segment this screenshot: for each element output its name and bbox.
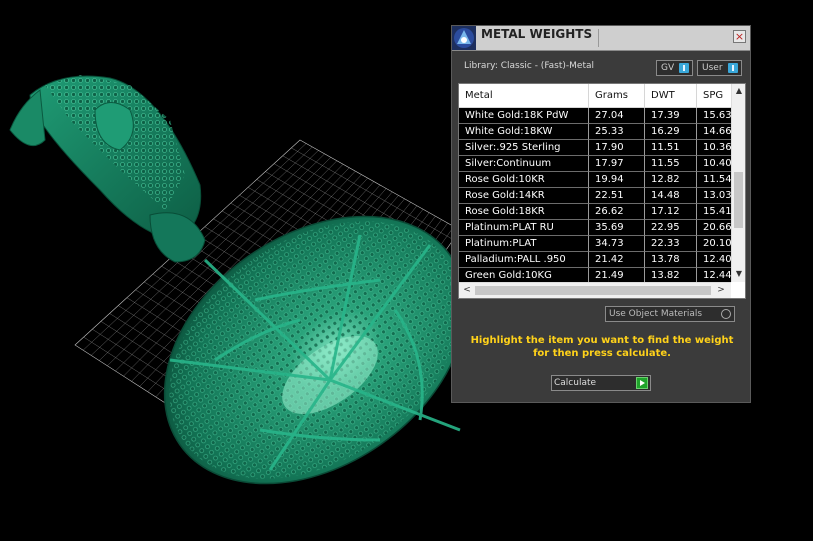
cell-spg: 10.36 — [697, 140, 731, 156]
cell-metal: Silver:Continuum — [459, 156, 589, 172]
cell-dwt: 22.95 — [645, 220, 697, 236]
cell-grams: 19.94 — [589, 172, 645, 188]
scroll-left-arrow-icon[interactable]: < — [461, 284, 473, 296]
radio-icon[interactable] — [721, 309, 731, 319]
play-icon — [636, 377, 648, 389]
info-icon — [728, 63, 738, 73]
cell-spg: 20.66 — [697, 220, 731, 236]
cell-metal: Palladium:PALL .950 — [459, 252, 589, 268]
cell-metal: Platinum:PLAT — [459, 236, 589, 252]
cell-dwt: 16.29 — [645, 124, 697, 140]
user-toggle[interactable]: User — [697, 60, 742, 76]
column-header-metal[interactable]: Metal — [459, 84, 589, 108]
app-logo-icon — [452, 26, 476, 50]
cell-spg: 20.10 — [697, 236, 731, 252]
table-row[interactable]: Silver:.925 Sterling 17.90 11.51 10.36 — [459, 140, 731, 156]
cell-spg: 13.03 — [697, 188, 731, 204]
scroll-up-arrow-icon[interactable]: ▲ — [733, 85, 745, 97]
cell-metal: Silver:.925 Sterling — [459, 140, 589, 156]
cell-grams: 21.42 — [589, 252, 645, 268]
cell-grams: 27.04 — [589, 108, 645, 124]
column-header-dwt[interactable]: DWT — [645, 84, 697, 108]
cell-dwt: 17.39 — [645, 108, 697, 124]
cell-grams: 25.33 — [589, 124, 645, 140]
dialog-title: METAL WEIGHTS — [481, 27, 593, 41]
vertical-scrollbar[interactable]: ▲ ▼ — [731, 84, 745, 282]
column-header-spg[interactable]: SPG — [697, 84, 731, 108]
scroll-right-arrow-icon[interactable]: > — [715, 284, 727, 296]
column-header-grams[interactable]: Grams — [589, 84, 645, 108]
horizontal-scrollbar[interactable]: < > — [459, 282, 731, 298]
cell-dwt: 22.33 — [645, 236, 697, 252]
calculate-label: Calculate — [554, 378, 597, 388]
use-object-materials-label: Use Object Materials — [609, 309, 703, 319]
table-row[interactable]: White Gold:18KW 25.33 16.29 14.66 — [459, 124, 731, 140]
table-row[interactable]: Green Gold:10KG 21.49 13.82 12.44 — [459, 268, 731, 282]
library-label: Library: Classic - (Fast)-Metal — [464, 61, 595, 71]
cell-grams: 22.51 — [589, 188, 645, 204]
cell-grams: 35.69 — [589, 220, 645, 236]
cell-dwt: 13.78 — [645, 252, 697, 268]
cell-grams: 17.90 — [589, 140, 645, 156]
table-row[interactable]: Rose Gold:18KR 26.62 17.12 15.41 — [459, 204, 731, 220]
user-toggle-label: User — [702, 63, 723, 73]
cell-metal: Green Gold:10KG — [459, 268, 589, 282]
cell-spg: 12.44 — [697, 268, 731, 282]
cell-spg: 10.40 — [697, 156, 731, 172]
table-row[interactable]: White Gold:18K PdW 27.04 17.39 15.63 — [459, 108, 731, 124]
cell-grams: 26.62 — [589, 204, 645, 220]
metal-table[interactable]: Metal Grams DWT SPG White Gold:18K PdW 27… — [458, 83, 746, 299]
instruction-text: Highlight the item you want to find the … — [470, 335, 734, 359]
cell-spg: 11.54 — [697, 172, 731, 188]
cell-metal: Rose Gold:14KR — [459, 188, 589, 204]
cell-metal: White Gold:18K PdW — [459, 108, 589, 124]
cell-dwt: 14.48 — [645, 188, 697, 204]
cell-metal: White Gold:18KW — [459, 124, 589, 140]
table-row[interactable]: Silver:Continuum 17.97 11.55 10.40 — [459, 156, 731, 172]
cell-spg: 15.41 — [697, 204, 731, 220]
cell-dwt: 13.82 — [645, 268, 697, 282]
cell-grams: 21.49 — [589, 268, 645, 282]
cell-grams: 34.73 — [589, 236, 645, 252]
gv-toggle-label: GV — [661, 63, 675, 73]
metal-table-grid: Metal Grams DWT SPG White Gold:18K PdW 27… — [459, 84, 731, 282]
gv-toggle[interactable]: GV — [656, 60, 693, 76]
cell-dwt: 17.12 — [645, 204, 697, 220]
table-row[interactable]: Platinum:PLAT 34.73 22.33 20.10 — [459, 236, 731, 252]
metal-weights-dialog: METAL WEIGHTS × Library: Classic - (Fast… — [451, 25, 751, 403]
use-object-materials-option[interactable]: Use Object Materials — [605, 306, 735, 322]
dialog-titlebar[interactable]: METAL WEIGHTS × — [452, 26, 750, 51]
close-button[interactable]: × — [733, 30, 746, 43]
pendant-bail — [9, 75, 206, 263]
cell-spg: 12.40 — [697, 252, 731, 268]
cell-dwt: 11.55 — [645, 156, 697, 172]
cell-metal: Platinum:PLAT RU — [459, 220, 589, 236]
cell-metal: Rose Gold:18KR — [459, 204, 589, 220]
table-row[interactable]: Rose Gold:10KR 19.94 12.82 11.54 — [459, 172, 731, 188]
table-row[interactable]: Palladium:PALL .950 21.42 13.78 12.40 — [459, 252, 731, 268]
title-divider — [598, 29, 599, 47]
horizontal-scroll-thumb[interactable] — [475, 286, 711, 295]
vertical-scroll-thumb[interactable] — [734, 172, 743, 228]
calculate-button[interactable]: Calculate — [551, 375, 651, 391]
table-row[interactable]: Platinum:PLAT RU 35.69 22.95 20.66 — [459, 220, 731, 236]
cell-dwt: 11.51 — [645, 140, 697, 156]
cell-grams: 17.97 — [589, 156, 645, 172]
cell-metal: Rose Gold:10KR — [459, 172, 589, 188]
scroll-down-arrow-icon[interactable]: ▼ — [733, 268, 745, 280]
cell-spg: 15.63 — [697, 108, 731, 124]
table-row[interactable]: Rose Gold:14KR 22.51 14.48 13.03 — [459, 188, 731, 204]
info-icon — [679, 63, 689, 73]
cell-spg: 14.66 — [697, 124, 731, 140]
cell-dwt: 12.82 — [645, 172, 697, 188]
